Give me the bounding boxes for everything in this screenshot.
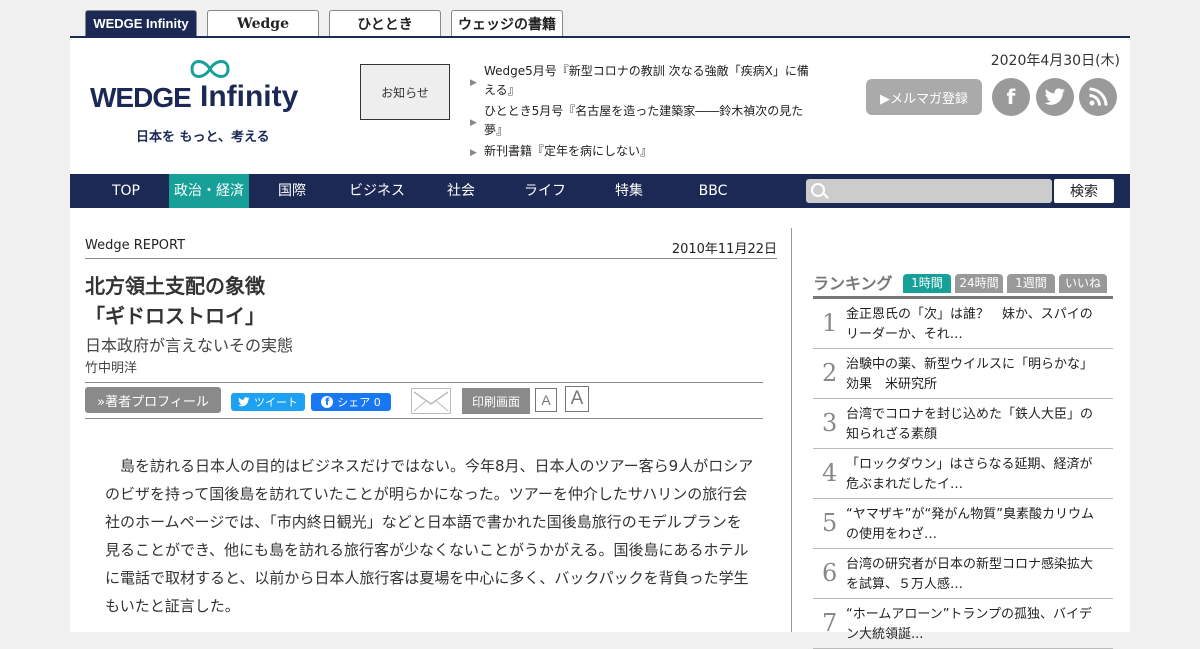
nav-item-business[interactable]: ビジネス	[340, 174, 414, 208]
divider	[85, 418, 763, 419]
search-button[interactable]: 検索	[1054, 179, 1114, 203]
ranking-item[interactable]: 7 “ホームアローン”トランプの孤独、バイデン大統領誕...	[813, 599, 1113, 649]
rank-title: 台湾でコロナを封じ込めた「鉄人大臣」の知られざる素顔	[846, 407, 1094, 442]
search-input[interactable]	[830, 181, 1050, 201]
rank-number: 3	[822, 409, 838, 437]
rank-number: 1	[822, 309, 838, 337]
news-item[interactable]: ▶ ひととき5月号『名古屋を造った建築家――鈴木禎次の見た夢』	[470, 102, 812, 140]
main-nav: TOP 政治・経済 国際 ビジネス 社会 ライフ 特集 BBC 検索	[70, 174, 1130, 208]
divider	[85, 382, 763, 383]
notice-label: お知らせ	[360, 64, 450, 120]
ranking-tab-likes[interactable]: いいね	[1059, 274, 1107, 293]
tab-hitotoki[interactable]: ひととき	[329, 10, 441, 36]
rank-number: 7	[822, 609, 838, 637]
ranking-panel: ランキング 1時間 24時間 1週間 いいね 1 金正恩氏の「次」は誰？ 妹か、ス…	[813, 270, 1113, 649]
mail-icon[interactable]	[411, 388, 451, 414]
news-item[interactable]: ▶ 新刊書籍『定年を病にしない』	[470, 142, 812, 161]
tab-wedge-infinity[interactable]: WEDGE Infinity	[85, 10, 197, 36]
news-list: ▶ Wedge5月号『新型コロナの教訓 次なる強敵「疾病X」に備える』 ▶ ひととき…	[470, 62, 812, 163]
tweet-label: ツイート	[254, 396, 298, 409]
rank-number: 6	[822, 559, 838, 587]
search-icon	[811, 183, 825, 197]
rank-number: 4	[822, 459, 838, 487]
article-title-line1: 北方領土支配の象徴	[85, 274, 265, 298]
divider	[85, 258, 777, 259]
nav-item-top[interactable]: TOP	[98, 174, 154, 208]
arrow-right-icon: ▶	[470, 78, 477, 88]
ranking-item[interactable]: 2 治験中の薬、新型ウイルスに「明らかな」効果 米研究所	[813, 349, 1113, 399]
rank-number: 2	[822, 359, 838, 387]
nav-item-society[interactable]: 社会	[435, 174, 487, 208]
rank-title: 治験中の薬、新型ウイルスに「明らかな」効果 米研究所	[846, 357, 1094, 392]
header: WEDGE Infinity 日本を もっと、考える お知らせ ▶ Wedge5月…	[70, 38, 1130, 172]
nav-item-politics-economy[interactable]: 政治・経済	[169, 174, 249, 208]
logo-word-wedge: WEDGE	[90, 82, 192, 113]
ranking-item[interactable]: 5 “ヤマザキ”が“発がん物質”臭素酸カリウムの使用をわざ…	[813, 499, 1113, 549]
nav-item-feature[interactable]: 特集	[602, 174, 656, 208]
article-author[interactable]: 竹中明洋	[85, 357, 137, 376]
article-section[interactable]: Wedge REPORT	[85, 238, 185, 253]
ranking-header: ランキング 1時間 24時間 1週間 いいね	[813, 270, 1113, 299]
article-date: 2010年11月22日	[671, 242, 777, 257]
article-subtitle: 日本政府が言えないその実態	[85, 336, 294, 355]
tweet-button[interactable]: ツイート	[231, 393, 305, 411]
facebook-icon[interactable]: f	[992, 78, 1030, 116]
rank-title: “ホームアローン”トランプの孤独、バイデン大統領誕...	[846, 607, 1093, 642]
ranking-tab-24h[interactable]: 24時間	[955, 274, 1003, 293]
ranking-item[interactable]: 1 金正恩氏の「次」は誰？ 妹か、スパイのリーダーか、それ…	[813, 299, 1113, 349]
font-size-small-button[interactable]: A	[535, 388, 557, 412]
site-logo[interactable]: WEDGE Infinity 日本を もっと、考える	[88, 56, 318, 145]
arrow-right-icon: ▶	[470, 148, 477, 158]
twitter-icon[interactable]	[1036, 78, 1074, 116]
nav-item-life[interactable]: ライフ	[513, 174, 577, 208]
article-title-line2: 「ギドロストロイ」	[85, 304, 265, 328]
share-label: シェア 0	[337, 396, 381, 409]
mailmag-button[interactable]: ▶メルマガ登録	[866, 79, 982, 115]
ranking-tab-1h[interactable]: 1時間	[903, 274, 951, 293]
author-profile-button[interactable]: »著者プロフィール	[85, 387, 221, 413]
rss-icon[interactable]	[1079, 78, 1117, 116]
site-tabs: WEDGE Infinity Wedge ひととき ウェッジの書籍	[85, 10, 563, 36]
arrow-right-icon: ▶	[470, 118, 477, 128]
infinity-icon	[190, 60, 230, 78]
news-text: Wedge5月号『新型コロナの教訓 次なる強敵「疾病X」に備える』	[484, 64, 809, 97]
logo-word-infinity: Infinity	[200, 80, 299, 113]
rank-title: 金正恩氏の「次」は誰？ 妹か、スパイのリーダーか、それ…	[846, 307, 1093, 342]
ranking-item[interactable]: 3 台湾でコロナを封じ込めた「鉄人大臣」の知られざる素顔	[813, 399, 1113, 449]
facebook-share-button[interactable]: f シェア 0	[311, 393, 391, 411]
nav-item-international[interactable]: 国際	[266, 174, 318, 208]
header-date: 2020年4月30日(木)	[990, 53, 1120, 69]
rank-title: “ヤマザキ”が“発がん物質”臭素酸カリウムの使用をわざ…	[846, 507, 1094, 542]
news-item[interactable]: ▶ Wedge5月号『新型コロナの教訓 次なる強敵「疾病X」に備える』	[470, 62, 812, 100]
nav-item-bbc[interactable]: BBC	[687, 174, 739, 208]
logo-tagline: 日本を もっと、考える	[136, 130, 270, 145]
tab-wedge-books[interactable]: ウェッジの書籍	[451, 10, 563, 36]
news-text: ひととき5月号『名古屋を造った建築家――鈴木禎次の見た夢』	[484, 104, 804, 137]
ranking-tab-1w[interactable]: 1週間	[1007, 274, 1055, 293]
rank-title: 「ロックダウン」はさらなる延期、経済が危ぶまれだしたイ…	[846, 457, 1093, 492]
column-divider	[791, 228, 792, 632]
search-box	[806, 179, 1052, 203]
rank-title: 台湾の研究者が日本の新型コロナ感染拡大を試算、５万人感…	[846, 557, 1094, 592]
tab-wedge[interactable]: Wedge	[207, 10, 319, 36]
article-body: 島を訪れる日本人の目的はビジネスだけではない。今年8月、日本人のツアー客ら9人が…	[105, 457, 754, 615]
ranking-item[interactable]: 6 台湾の研究者が日本の新型コロナ感染拡大を試算、５万人感…	[813, 549, 1113, 599]
page-frame: WEDGE Infinity 日本を もっと、考える お知らせ ▶ Wedge5月…	[70, 36, 1130, 649]
rank-number: 5	[822, 509, 838, 537]
print-button[interactable]: 印刷画面	[462, 388, 530, 414]
news-text: 新刊書籍『定年を病にしない』	[484, 144, 653, 158]
font-size-large-button[interactable]: A	[565, 386, 589, 412]
facebook-icon: f	[321, 396, 334, 408]
twitter-icon	[238, 397, 250, 407]
ranking-title: ランキング	[813, 274, 893, 293]
ranking-item[interactable]: 4 「ロックダウン」はさらなる延期、経済が危ぶまれだしたイ…	[813, 449, 1113, 499]
